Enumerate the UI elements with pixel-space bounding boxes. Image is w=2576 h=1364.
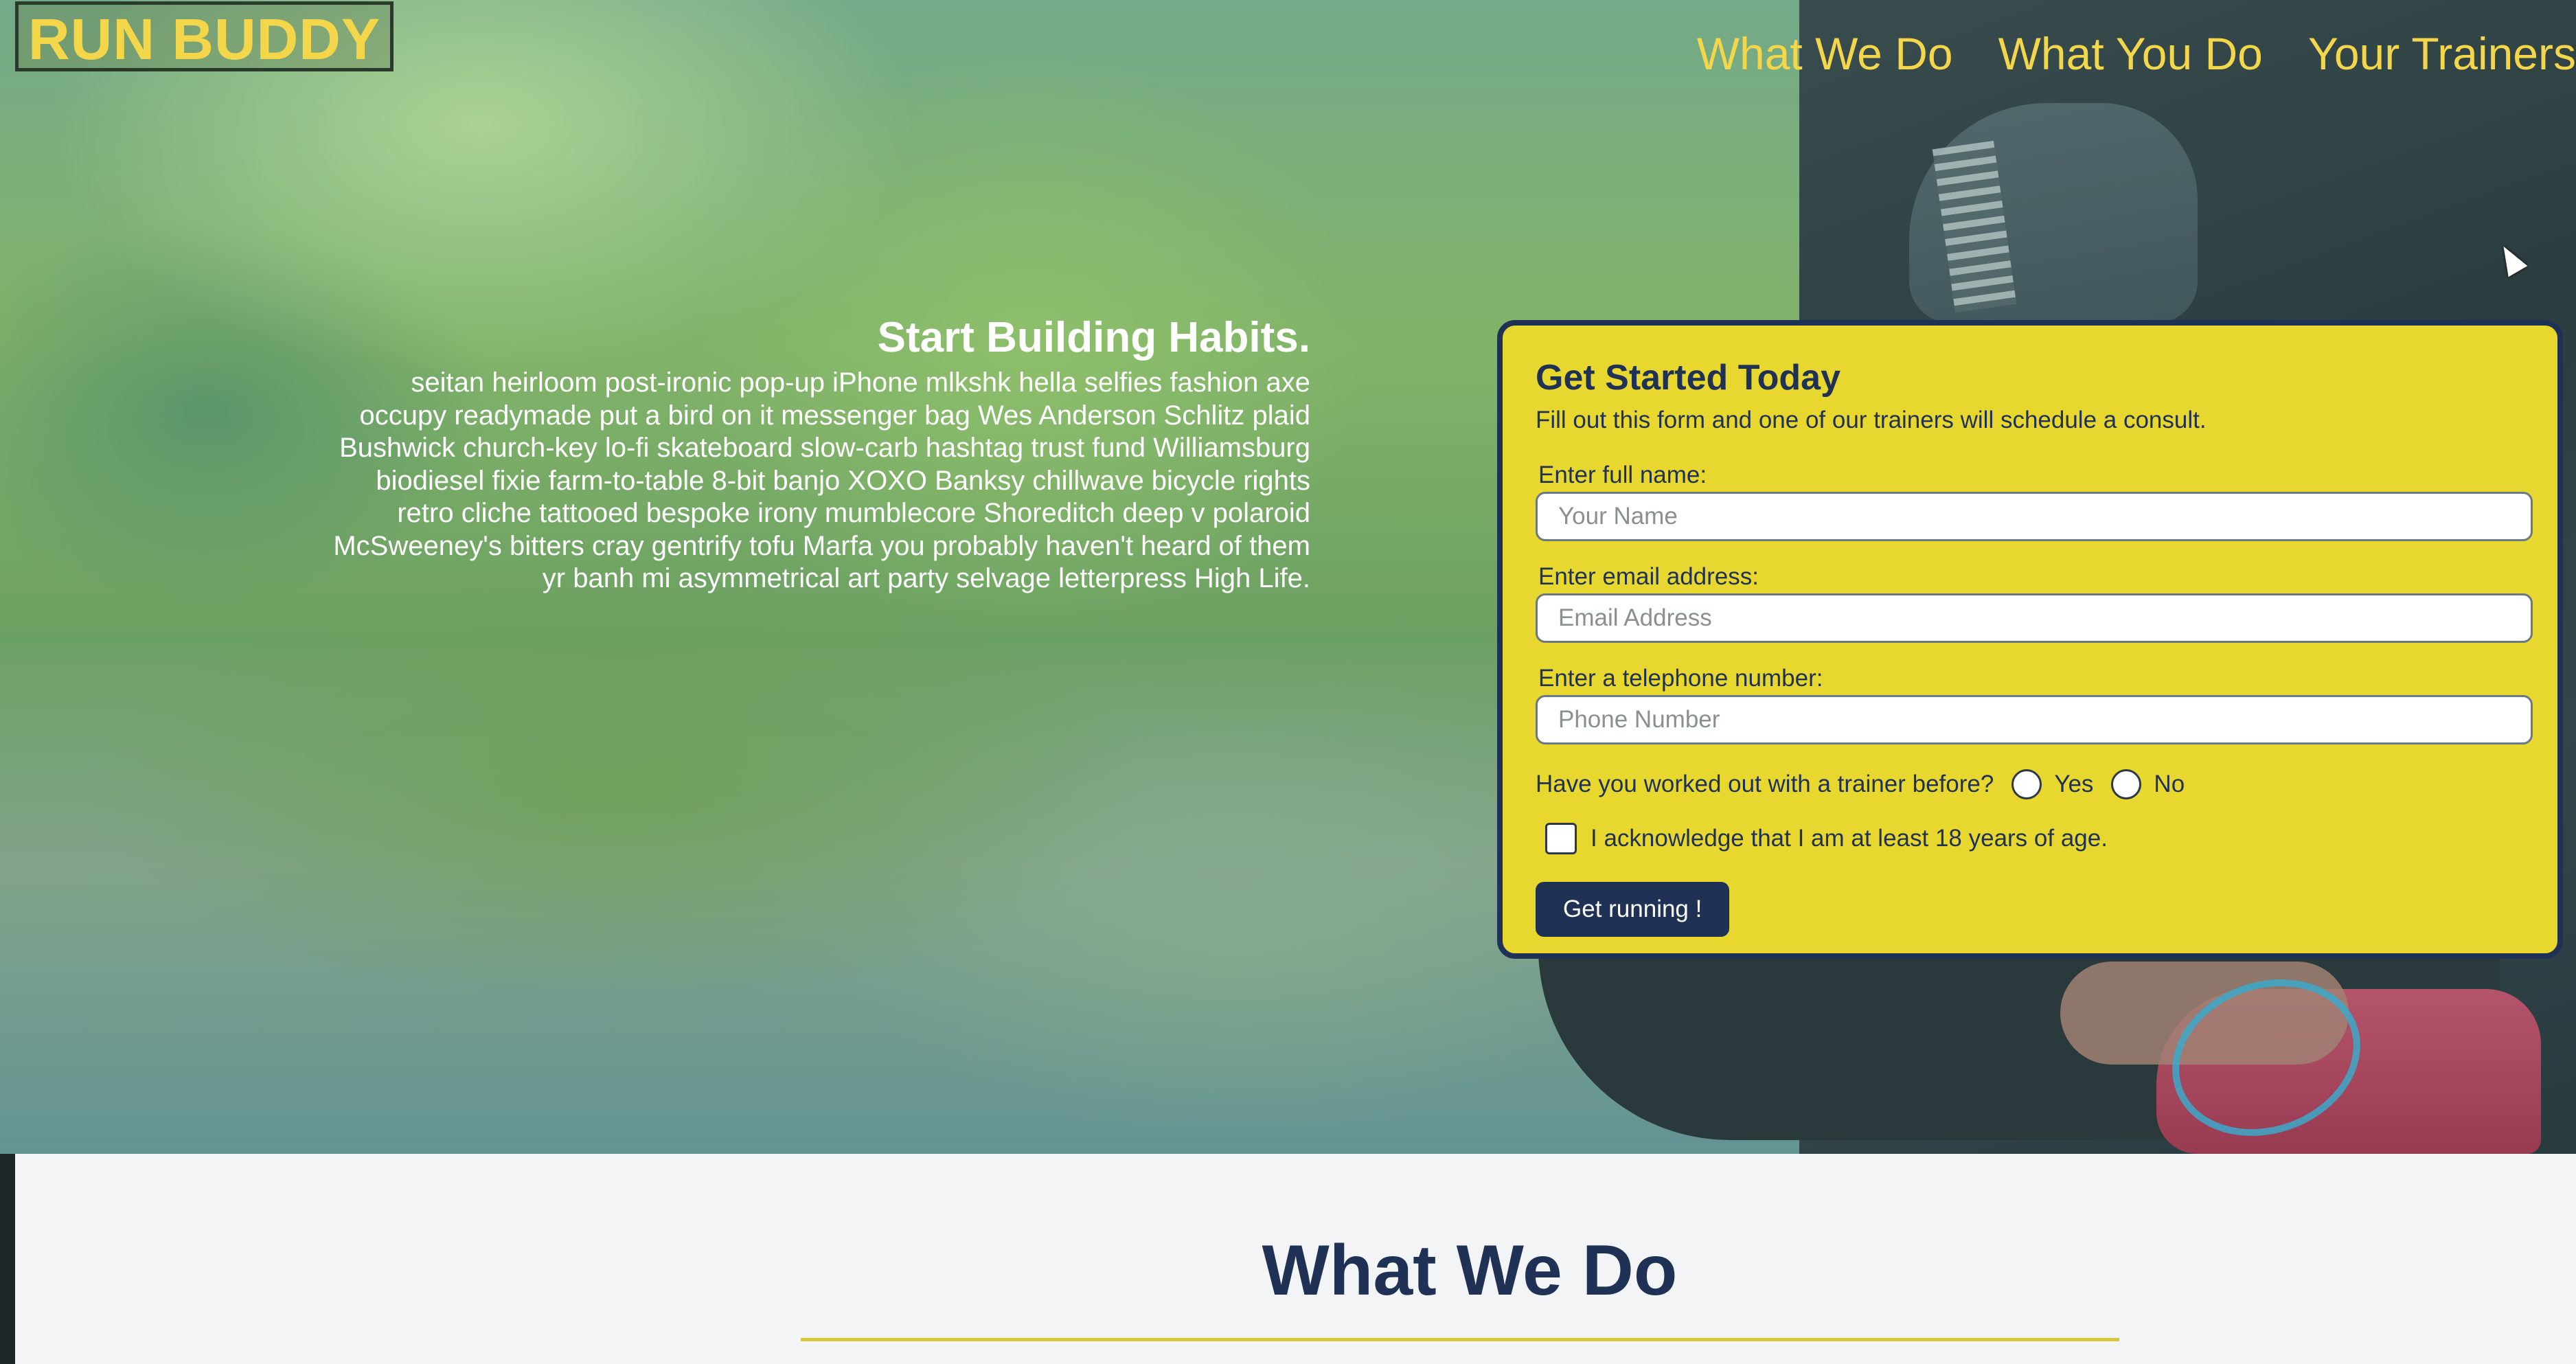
logo[interactable]: RUN BUDDY	[15, 1, 394, 71]
main-nav: What We Do What You Do Your Trainers	[1697, 27, 2576, 80]
trainer-yes-radio[interactable]	[2011, 769, 2042, 799]
nav-link-your-trainers[interactable]: Your Trainers	[2308, 27, 2576, 80]
form-intro: Fill out this form and one of our traine…	[1536, 407, 2207, 433]
hero-body: seitan heirloom post-ironic pop-up iPhon…	[333, 367, 1310, 593]
name-label: Enter full name:	[1538, 462, 1707, 488]
form-title: Get Started Today	[1536, 358, 1841, 398]
nav-link-what-we-do[interactable]: What We Do	[1697, 27, 1953, 80]
section-title: What We Do	[1262, 1231, 1678, 1310]
acknowledge-label: I acknowledge that I am at least 18 year…	[1591, 825, 2108, 852]
phone-input[interactable]	[1536, 695, 2533, 744]
signup-form-panel: Get Started Today Fill out this form and…	[1497, 320, 2563, 959]
nav-link-what-you-do[interactable]: What You Do	[1998, 27, 2263, 80]
name-input[interactable]	[1536, 492, 2533, 541]
email-label: Enter email address:	[1538, 563, 1759, 590]
trainer-question-row: Have you worked out with a trainer befor…	[1536, 769, 2524, 799]
get-running-button[interactable]: Get running !	[1536, 882, 1730, 937]
trainer-yes-label: Yes	[2054, 771, 2094, 797]
acknowledge-checkbox[interactable]	[1545, 823, 1577, 854]
email-input[interactable]	[1536, 593, 2533, 643]
section-divider	[801, 1338, 2119, 1341]
page: RUN BUDDY What We Do What You Do Your Tr…	[0, 0, 2576, 1364]
trainer-question: Have you worked out with a trainer befor…	[1536, 771, 1994, 797]
trainer-no-radio[interactable]	[2111, 769, 2142, 799]
hero-title: Start Building Habits.	[877, 314, 1310, 361]
phone-label: Enter a telephone number:	[1538, 665, 1823, 692]
acknowledge-row: I acknowledge that I am at least 18 year…	[1545, 823, 2524, 854]
hero-text: Start Building Habits. seitan heirloom p…	[323, 309, 1310, 595]
trainer-no-label: No	[2154, 771, 2185, 797]
what-we-do-section: What We Do	[0, 1154, 2576, 1364]
